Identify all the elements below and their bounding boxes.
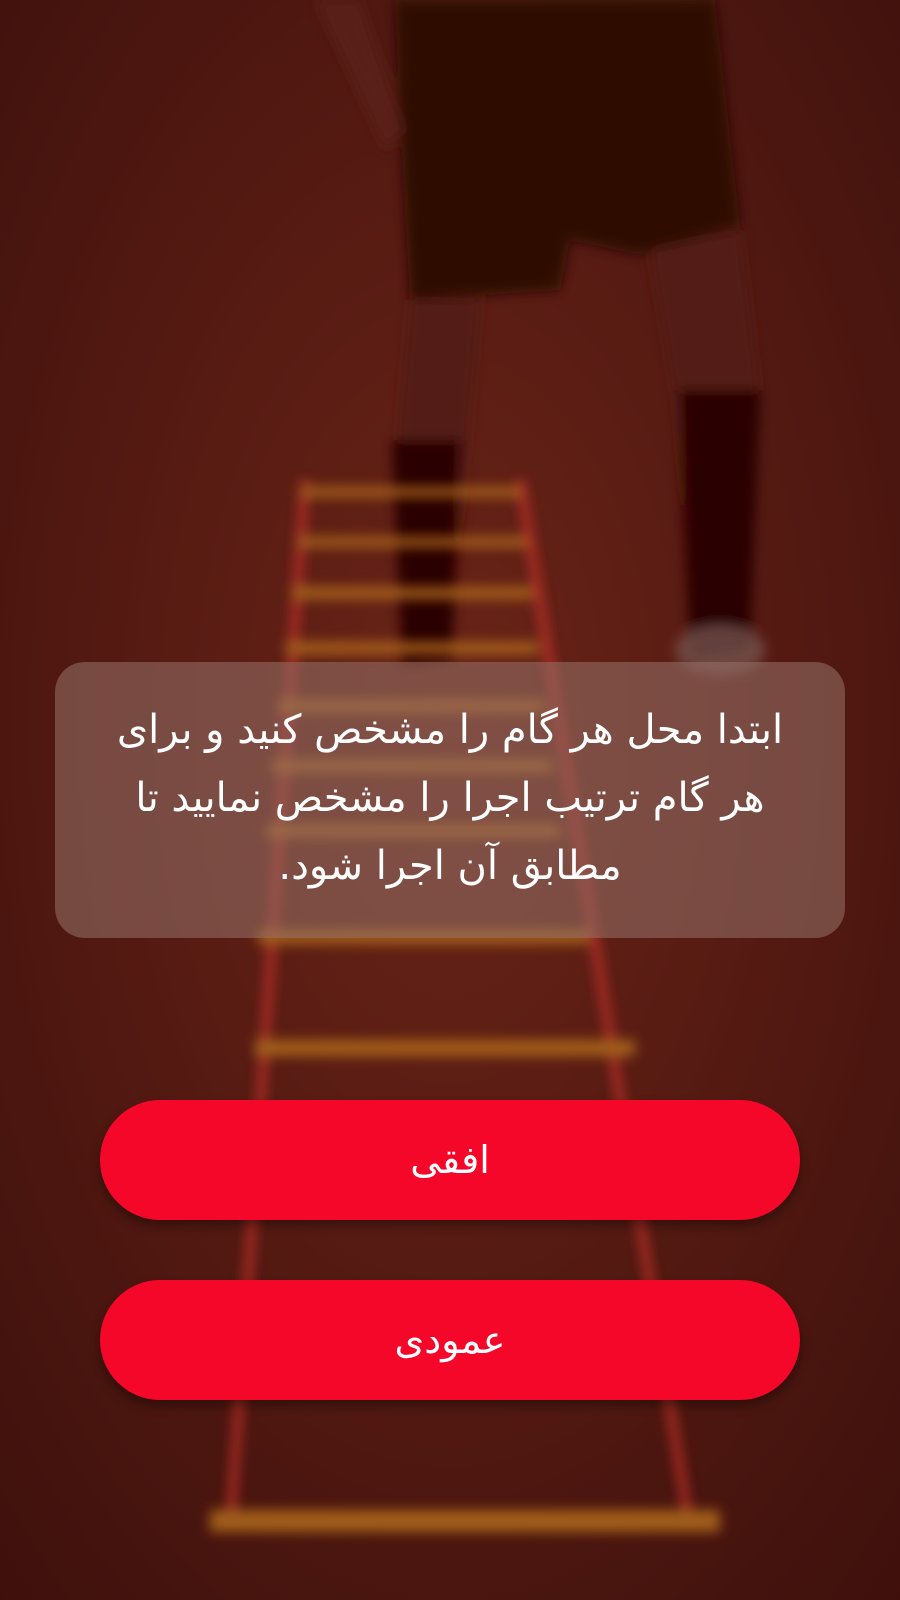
vertical-button[interactable]: عمودی — [100, 1280, 800, 1400]
vertical-button-label: عمودی — [394, 1318, 506, 1362]
instruction-card: ابتدا محل هر گام را مشخص کنید و برای هر … — [55, 662, 845, 938]
horizontal-button[interactable]: افقی — [100, 1100, 800, 1220]
app-screen: ابتدا محل هر گام را مشخص کنید و برای هر … — [0, 0, 900, 1600]
horizontal-button-label: افقی — [410, 1138, 490, 1182]
instruction-text: ابتدا محل هر گام را مشخص کنید و برای هر … — [116, 707, 784, 889]
